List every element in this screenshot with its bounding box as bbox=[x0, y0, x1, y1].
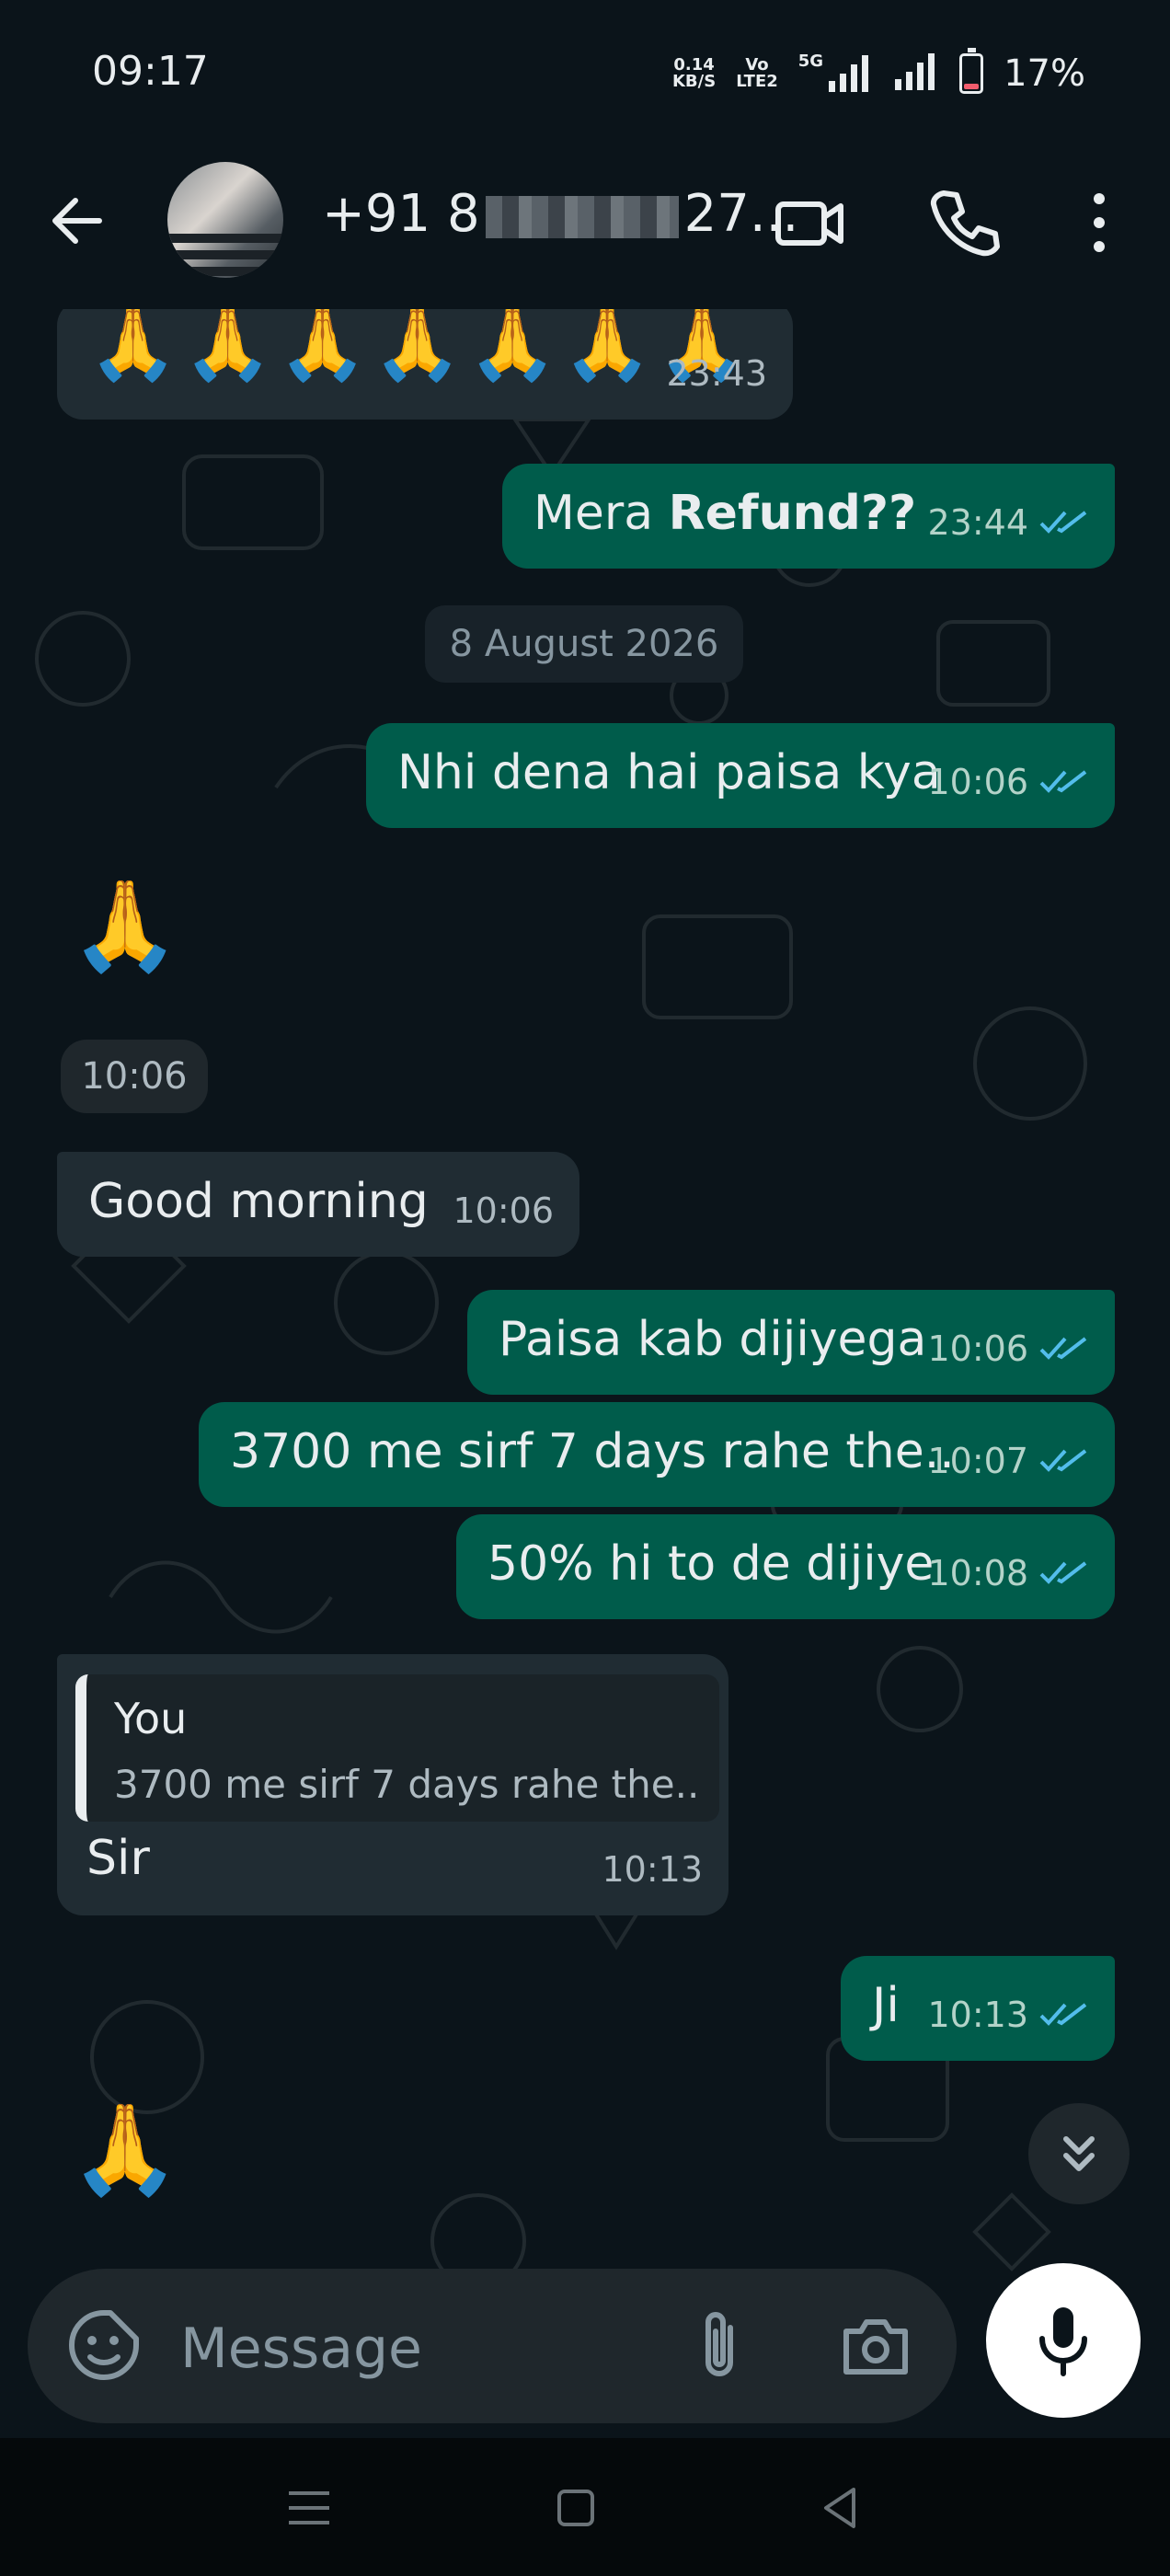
message-input[interactable]: Message bbox=[180, 2317, 422, 2381]
message-time: 10:08 bbox=[927, 1553, 1028, 1593]
message-time: 23:44 bbox=[927, 502, 1028, 543]
message-emojis: 🙏🙏🙏🙏🙏🙏🙏 bbox=[88, 309, 752, 385]
volte-indicator: Vo LTE2 bbox=[736, 57, 778, 90]
read-receipt-icon bbox=[1039, 770, 1087, 793]
emoji-message[interactable]: 🙏 bbox=[70, 870, 180, 981]
battery-fill bbox=[964, 83, 980, 89]
message-meta: 10:06 bbox=[453, 1181, 554, 1240]
message-time: 10:13 bbox=[602, 1849, 703, 1890]
message-meta: 23:43 bbox=[666, 344, 767, 403]
message-outgoing[interactable]: Nhi dena hai paisa kya 10:06 bbox=[366, 723, 1115, 828]
quoted-author: You bbox=[114, 1694, 188, 1743]
message-incoming[interactable]: 🙏🙏🙏🙏🙏🙏🙏 23:43 bbox=[57, 309, 793, 420]
network-type-label: 5G bbox=[797, 52, 824, 71]
message-text: Mera Refund?? bbox=[533, 486, 916, 541]
read-receipt-icon bbox=[1039, 1561, 1087, 1584]
attach-icon[interactable] bbox=[682, 2306, 756, 2385]
message-incoming-reply[interactable]: You 3700 me sirf 7 days rahe the.. Sir 1… bbox=[57, 1654, 728, 1915]
sticker-emoji-icon[interactable] bbox=[64, 2306, 143, 2385]
voice-call-icon[interactable] bbox=[925, 184, 1003, 261]
message-time: 10:07 bbox=[927, 1441, 1028, 1481]
message-meta: 10:08 bbox=[927, 1544, 1089, 1603]
signal-icon bbox=[893, 52, 939, 96]
more-options-icon[interactable] bbox=[1076, 184, 1122, 261]
message-time: 10:06 bbox=[453, 1190, 554, 1231]
quoted-text: 3700 me sirf 7 days rahe the.. bbox=[114, 1762, 700, 1807]
contact-name[interactable]: +91 8 27... bbox=[322, 184, 798, 244]
message-time: 10:13 bbox=[927, 1995, 1028, 2035]
message-outgoing[interactable]: Paisa kab dijiyega 10:06 bbox=[467, 1290, 1115, 1395]
message-incoming[interactable]: Good morning 10:06 bbox=[57, 1152, 579, 1257]
microphone-icon bbox=[1039, 2307, 1087, 2376]
message-time: 10:06 bbox=[927, 1328, 1028, 1369]
redacted-number bbox=[485, 195, 679, 238]
message-text: Good morning bbox=[88, 1174, 429, 1229]
message-meta: 10:13 bbox=[927, 1985, 1089, 2044]
battery-percent: 17% bbox=[1004, 52, 1085, 95]
video-call-icon[interactable] bbox=[771, 184, 848, 261]
message-text-bold: Refund?? bbox=[668, 486, 917, 541]
message-composer[interactable]: Message bbox=[28, 2269, 957, 2423]
emoji-message-time: 10:06 bbox=[61, 1040, 208, 1113]
message-outgoing[interactable]: 50% hi to de dijiye 10:08 bbox=[456, 1514, 1115, 1619]
scroll-to-bottom-button[interactable] bbox=[1028, 2103, 1130, 2204]
status-time: 09:17 bbox=[92, 48, 209, 95]
signal-5g-icon: 5G bbox=[798, 53, 873, 94]
message-text-plain: Mera bbox=[533, 486, 669, 541]
recent-apps-icon[interactable] bbox=[281, 2480, 337, 2536]
camera-icon[interactable] bbox=[837, 2309, 914, 2383]
chat-area[interactable]: 🙏🙏🙏🙏🙏🙏🙏 23:43 Mera Refund?? 23:44 8 Augu… bbox=[0, 309, 1170, 2438]
date-separator: 8 August 2026 bbox=[425, 605, 743, 683]
message-meta: 10:06 bbox=[927, 1319, 1089, 1378]
status-indicators: 0.14 KB/S Vo LTE2 5G 17% bbox=[672, 48, 1085, 96]
battery-icon bbox=[959, 48, 984, 94]
read-receipt-icon bbox=[1039, 2003, 1087, 2026]
message-outgoing[interactable]: 3700 me sirf 7 days rahe the.. 10:07 bbox=[199, 1402, 1115, 1507]
read-receipt-icon bbox=[1039, 1337, 1087, 1360]
contact-name-prefix: +91 8 bbox=[322, 184, 480, 244]
status-bar: 09:17 0.14 KB/S Vo LTE2 5G 17% bbox=[0, 0, 1170, 147]
message-time: 23:43 bbox=[666, 353, 767, 394]
volte-bottom: LTE2 bbox=[736, 72, 778, 91]
message-outgoing[interactable]: Mera Refund?? 23:44 bbox=[502, 464, 1115, 569]
message-time: 10:06 bbox=[927, 762, 1028, 802]
read-receipt-icon bbox=[1039, 511, 1087, 534]
back-arrow-icon[interactable] bbox=[44, 188, 110, 254]
message-meta: 10:13 bbox=[602, 1840, 703, 1899]
message-meta: 10:06 bbox=[927, 753, 1089, 811]
avatar[interactable] bbox=[167, 162, 283, 278]
message-text: Sir bbox=[86, 1831, 150, 1886]
message-text: Nhi dena hai paisa kya bbox=[397, 745, 941, 800]
network-speed: 0.14 KB/S bbox=[672, 57, 716, 90]
chat-header: +91 8 27... bbox=[0, 147, 1170, 309]
double-chevron-down-icon bbox=[1063, 2136, 1095, 2171]
system-navigation-bar bbox=[0, 2438, 1170, 2576]
message-outgoing[interactable]: Ji 10:13 bbox=[841, 1956, 1115, 2061]
message-meta: 10:07 bbox=[927, 1432, 1089, 1490]
read-receipt-icon bbox=[1039, 1449, 1087, 1472]
message-text: 50% hi to de dijiye bbox=[488, 1536, 935, 1592]
message-text: 3700 me sirf 7 days rahe the.. bbox=[230, 1424, 955, 1479]
emoji-message[interactable]: 🙏 bbox=[70, 2094, 180, 2204]
message-text: Paisa kab dijiyega bbox=[499, 1312, 927, 1367]
message-meta: 23:44 bbox=[927, 493, 1089, 552]
message-text: Ji bbox=[872, 1978, 900, 2033]
quoted-message[interactable]: You 3700 me sirf 7 days rahe the.. bbox=[75, 1674, 719, 1822]
home-icon[interactable] bbox=[548, 2480, 603, 2536]
network-speed-unit: KB/S bbox=[671, 72, 717, 91]
voice-message-button[interactable] bbox=[986, 2263, 1141, 2418]
back-nav-icon[interactable] bbox=[813, 2480, 868, 2536]
